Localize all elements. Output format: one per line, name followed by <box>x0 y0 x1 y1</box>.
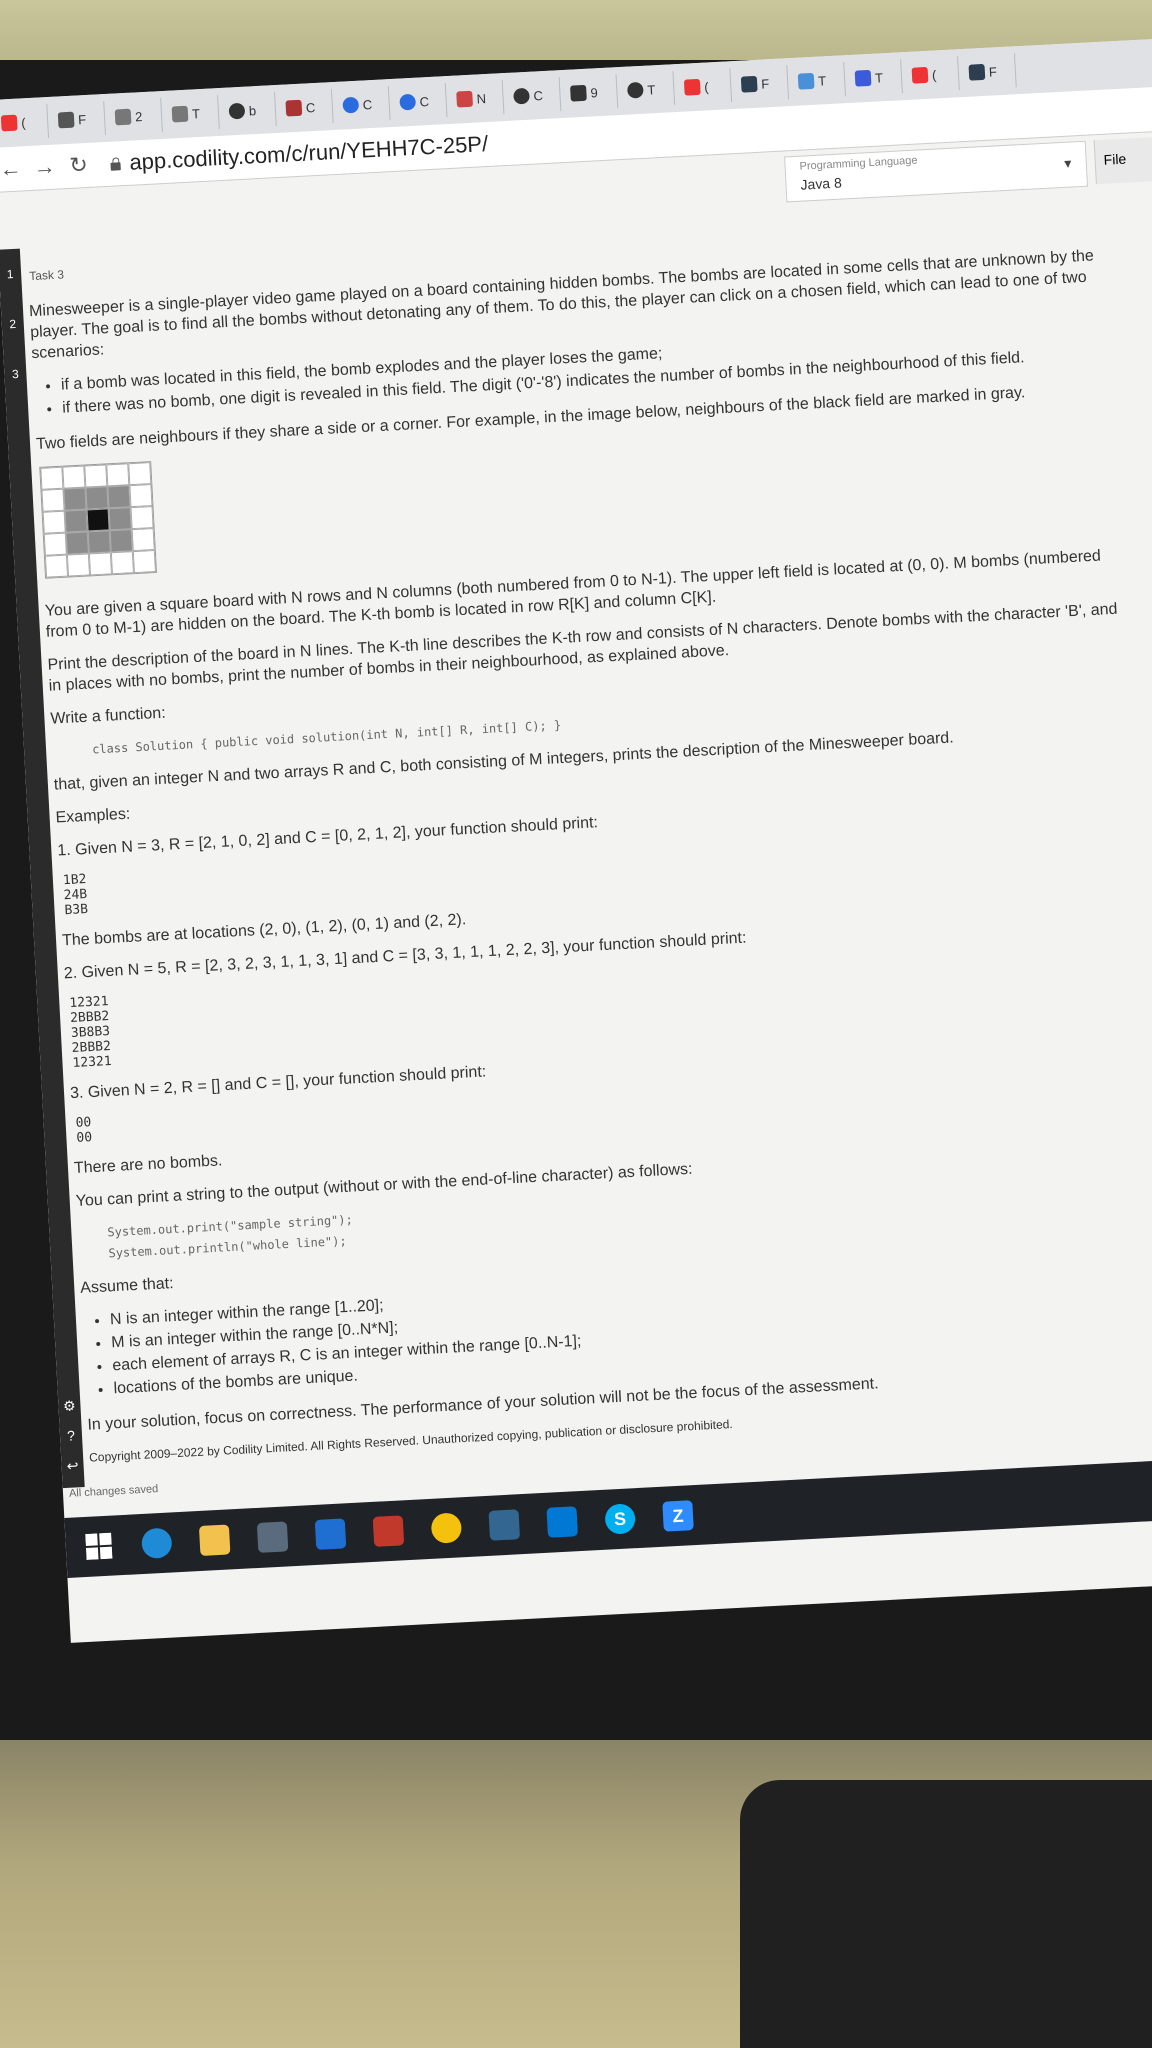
grid-cell <box>40 466 64 490</box>
youtube-icon <box>683 78 701 96</box>
browser-tab[interactable]: 2 <box>108 98 163 135</box>
browser-tab[interactable]: C <box>278 89 334 126</box>
task-number[interactable]: 2 <box>1 317 24 332</box>
grid-cell <box>128 462 152 486</box>
tab-icon <box>968 63 986 81</box>
windows-taskbar: S Z <box>64 1456 1152 1578</box>
browser-tab[interactable]: C <box>392 83 448 120</box>
grid-cell <box>106 463 130 487</box>
windows-start-icon[interactable] <box>83 1531 115 1563</box>
back-arrow-icon[interactable]: ← <box>0 155 28 183</box>
tab-icon <box>626 81 644 99</box>
grid-cell <box>107 485 131 509</box>
browser-tab[interactable]: 9 <box>563 74 619 111</box>
grid-cell <box>44 554 69 578</box>
tab-icon <box>342 96 360 114</box>
browser-tab[interactable]: F <box>51 101 106 138</box>
browser-tab[interactable]: C <box>335 86 391 123</box>
browser-tab[interactable]: F <box>734 65 790 102</box>
grid-cell <box>108 507 132 531</box>
url-text[interactable]: app.codility.com/c/run/YEHH7C-25P/ <box>129 131 489 176</box>
tab-icon <box>740 75 758 93</box>
skype-icon[interactable]: S <box>604 1503 636 1535</box>
grid-cell <box>130 506 154 530</box>
tab-icon <box>171 105 189 123</box>
grid-cell <box>86 508 110 532</box>
tab-icon <box>114 108 132 126</box>
language-label: Programming Language <box>799 154 918 173</box>
grid-cell <box>87 530 111 554</box>
grid-cell <box>66 553 91 577</box>
browser-tab[interactable]: b <box>222 92 277 129</box>
browser-tab[interactable]: ( <box>905 56 960 94</box>
grid-cell <box>64 509 88 533</box>
browser-tab[interactable]: ( <box>0 104 50 141</box>
store-icon[interactable] <box>256 1521 289 1553</box>
tab-icon <box>513 87 530 105</box>
lock-icon <box>109 157 122 170</box>
tab-icon <box>854 69 872 87</box>
edge-icon[interactable] <box>140 1527 173 1560</box>
chevron-down-icon: ▼ <box>1061 156 1075 171</box>
grid-cell <box>129 484 153 508</box>
grid-cell <box>63 487 87 511</box>
task-description: Task 3 Minesweeper is a single-player vi… <box>26 202 1152 1481</box>
tab-icon <box>399 93 417 111</box>
photos-icon[interactable] <box>372 1515 405 1547</box>
language-select[interactable]: Programming Language Java 8 ▼ <box>784 140 1089 203</box>
grid-cell <box>65 531 89 555</box>
browser-tab[interactable]: T <box>165 95 220 132</box>
tab-icon <box>797 72 815 90</box>
grid-cell <box>62 465 86 489</box>
mail-icon[interactable] <box>314 1518 347 1550</box>
reload-icon[interactable]: ↻ <box>61 152 96 180</box>
grid-cell <box>109 529 133 553</box>
monitor-screen: ( F 2 T b C C C N C 9 T ( F T T ( F ← → … <box>0 38 1152 1643</box>
monitor-stand <box>740 1780 1152 2048</box>
tab-icon <box>228 102 246 120</box>
neighbour-grid-image <box>39 461 157 579</box>
tab-icon <box>456 90 474 108</box>
file-explorer-icon[interactable] <box>198 1524 231 1556</box>
grid-cell <box>88 552 112 576</box>
grid-cell <box>85 486 109 510</box>
help-icon[interactable]: ? <box>62 1427 81 1446</box>
grid-cell <box>131 528 155 552</box>
grid-cell <box>42 510 66 534</box>
grid-cell <box>110 551 134 575</box>
browser-tab[interactable]: F <box>962 53 1017 91</box>
browser-tab[interactable]: N <box>449 80 505 117</box>
task-number[interactable]: 1 <box>0 267 21 282</box>
settings-icon[interactable]: ⚙ <box>60 1397 79 1416</box>
browser-tab[interactable]: T <box>848 59 903 96</box>
vscode-icon[interactable] <box>546 1506 578 1538</box>
forward-arrow-icon[interactable]: → <box>27 153 62 181</box>
browser-tab[interactable]: T <box>620 71 676 108</box>
youtube-icon <box>0 114 18 132</box>
tab-icon <box>570 84 587 102</box>
file-tab[interactable]: File <box>1093 136 1152 185</box>
grid-cell <box>132 549 156 574</box>
tab-icon <box>285 99 303 117</box>
browser-tab[interactable]: ( <box>677 68 733 105</box>
exit-icon[interactable]: ↩ <box>63 1457 82 1476</box>
chrome-icon[interactable] <box>430 1512 463 1544</box>
grid-cell <box>41 488 65 512</box>
browser-tab[interactable]: C <box>506 77 562 114</box>
grid-cell <box>43 532 67 556</box>
zoom-app-icon[interactable]: Z <box>662 1500 694 1532</box>
language-value: Java 8 <box>800 174 843 193</box>
task-number[interactable]: 3 <box>4 366 27 381</box>
postgres-icon[interactable] <box>488 1509 521 1541</box>
browser-tab[interactable]: T <box>791 62 846 99</box>
tab-icon <box>57 111 75 129</box>
youtube-icon <box>911 66 929 84</box>
grid-cell <box>84 464 108 488</box>
